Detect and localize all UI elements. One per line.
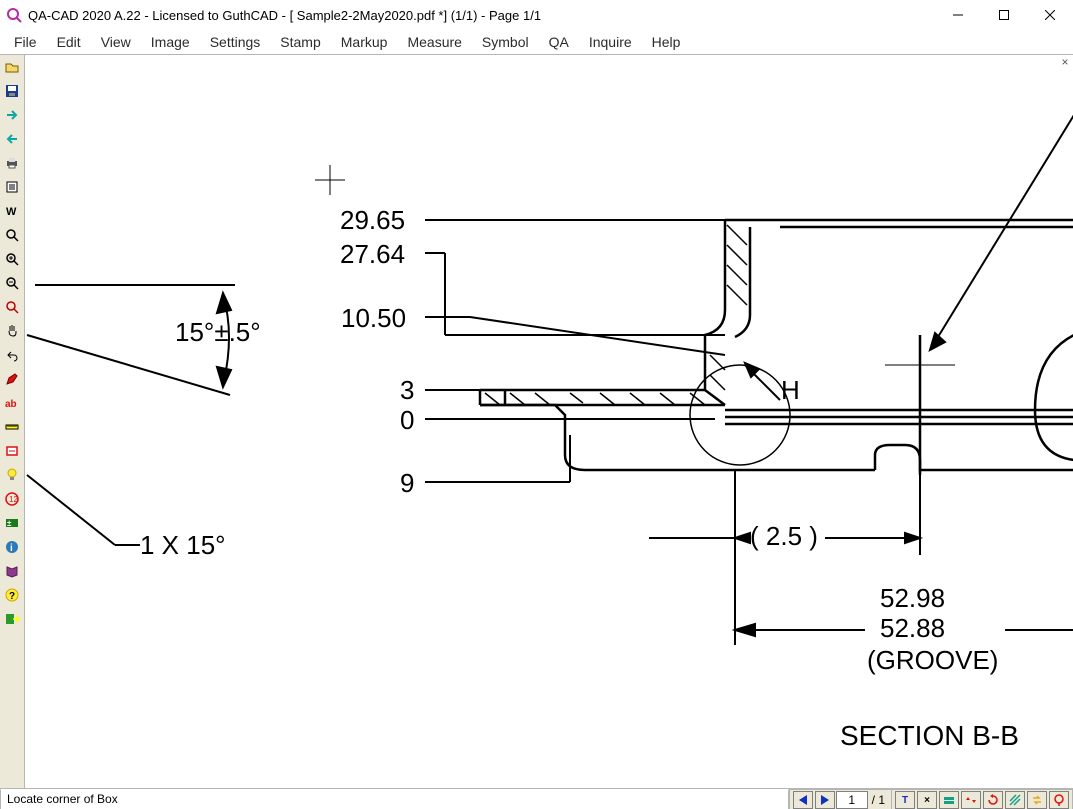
chamfer-label: 1 X 15° [140,530,226,561]
svg-text:ab: ab [5,399,17,410]
svg-text:±: ± [7,519,12,528]
menu-help[interactable]: Help [642,32,691,52]
menu-view[interactable]: View [91,32,141,52]
window-title: QA-CAD 2020 A.22 - Licensed to GuthCAD -… [28,8,935,23]
bottom-tools: T × [892,789,1073,809]
dim-1050: 10.50 [341,303,406,334]
menu-stamp[interactable]: Stamp [270,32,330,52]
zoom-in-icon[interactable] [1,248,23,270]
swap-icon[interactable] [1027,791,1047,809]
revision-icon[interactable]: 12 [1,488,23,510]
bottom-bar: Locate corner of Box / 1 T × [0,788,1073,809]
save-icon[interactable] [1,80,23,102]
bulb-icon[interactable] [1,464,23,486]
angle-15-label: 15°±.5° [175,317,261,348]
pencil-icon[interactable] [1,368,23,390]
svg-text:i: i [10,543,13,554]
balloon-icon[interactable] [1049,791,1069,809]
dim-9: 9 [400,468,414,499]
main-area: W ab 12 ± i ? × [0,54,1073,788]
dim-3: 3 [400,375,414,406]
dim-0: 0 [400,405,414,436]
ab-text-icon[interactable]: ab [1,392,23,414]
back-arrow-icon[interactable] [1,128,23,150]
zoom-icon[interactable] [1,224,23,246]
ref-25: ( 2.5 ) [750,521,818,552]
minimize-button[interactable] [935,0,981,30]
svg-text:W: W [6,206,17,218]
help2-icon[interactable]: ? [1,584,23,606]
ruler-icon[interactable] [1,416,23,438]
menu-symbol[interactable]: Symbol [472,32,539,52]
svg-text:12: 12 [9,495,18,504]
print-icon[interactable] [1,152,23,174]
app-icon [6,7,22,23]
open-icon[interactable] [1,56,23,78]
menu-image[interactable]: Image [141,32,200,52]
zoom-select-icon[interactable] [1,296,23,318]
dim-2764: 27.64 [340,239,405,270]
page-total-label: / 1 [872,793,885,807]
dim-2965: 29.65 [340,205,405,236]
prev-page-button[interactable] [793,791,813,809]
font-icon[interactable]: W [1,200,23,222]
maximize-button[interactable] [981,0,1027,30]
menu-bar: File Edit View Image Settings Stamp Mark… [0,30,1073,54]
dim-5298: 52.98 [880,583,945,614]
menu-file[interactable]: File [4,32,47,52]
pan-icon[interactable] [1,320,23,342]
status-text: Locate corner of Box [0,789,789,809]
drawing-canvas[interactable]: × [25,55,1073,788]
menu-edit[interactable]: Edit [47,32,91,52]
groove-label: (GROOVE) [867,645,998,676]
stamp-icon[interactable] [1,440,23,462]
undo-icon[interactable] [1,344,23,366]
drawing-svg [25,55,1073,788]
section-label: SECTION B-B [840,720,1019,752]
read-icon[interactable] [1,176,23,198]
layers-icon[interactable] [939,791,959,809]
menu-measure[interactable]: Measure [397,32,471,52]
page-navigator: / 1 [789,789,892,809]
svg-text:?: ? [9,591,15,602]
forward-arrow-icon[interactable] [1,104,23,126]
text-tool-button[interactable]: T [895,791,915,809]
window-controls [935,0,1073,30]
logo-icon[interactable]: ± [1,512,23,534]
menu-inquire[interactable]: Inquire [579,32,642,52]
zoom-out-icon[interactable] [1,272,23,294]
menu-markup[interactable]: Markup [331,32,398,52]
book-icon[interactable] [1,560,23,582]
flip-icon[interactable] [961,791,981,809]
next-page-button[interactable] [815,791,835,809]
page-number-input[interactable] [836,791,868,809]
close-button[interactable] [1027,0,1073,30]
hatch-icon[interactable] [1005,791,1025,809]
exit-icon[interactable] [1,608,23,630]
info-icon[interactable]: i [1,536,23,558]
menu-qa[interactable]: QA [539,32,579,52]
vertical-toolbar: W ab 12 ± i ? [0,55,25,788]
dim-5288: 52.88 [880,613,945,644]
title-bar: QA-CAD 2020 A.22 - Licensed to GuthCAD -… [0,0,1073,30]
ref-h: H [781,375,800,406]
menu-settings[interactable]: Settings [200,32,271,52]
rotate-icon[interactable] [983,791,1003,809]
delete-tool-button[interactable]: × [917,791,937,809]
